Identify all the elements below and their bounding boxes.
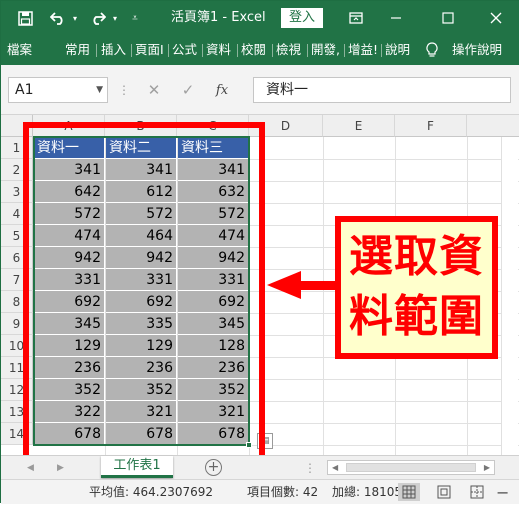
formula-buttons: ✕ ✓ fx (137, 77, 249, 103)
tab-file[interactable]: 檔案 (7, 35, 32, 65)
annotation-arrow-shaft (299, 281, 337, 290)
insert-function-icon[interactable]: fx (205, 83, 239, 98)
tab-review[interactable]: 校閱 (241, 35, 266, 65)
formula-bar-input[interactable]: 資料一 (253, 77, 511, 103)
tab-separator (272, 44, 273, 57)
column-header-g[interactable] (467, 115, 519, 137)
tab-view[interactable]: 檢視 (276, 35, 301, 65)
tab-help[interactable]: 說明 (385, 35, 410, 65)
tab-developer[interactable]: 開發, (311, 35, 340, 65)
horizontal-scrollbar[interactable]: ◀ ▶ (327, 460, 495, 475)
callout-line-2: 料範圍 (349, 291, 484, 342)
tab-separator (202, 44, 203, 57)
gridline (323, 137, 324, 455)
tab-add-ins[interactable]: 增益! (348, 35, 378, 65)
annotation-arrow-head (267, 271, 301, 299)
status-sum: 加總: 18105 (332, 485, 403, 499)
excel-window: ▾ ▾ ⩡ 活頁簿1 - Excel 登入 檔案 常用 插入 頁面I 公式 資料 (0, 0, 519, 504)
sheet-tab-active[interactable]: 工作表1 (101, 456, 173, 478)
tab-data[interactable]: 資料 (206, 35, 231, 65)
column-header-e[interactable]: E (323, 115, 395, 137)
sign-in-button[interactable]: 登入 (281, 8, 323, 28)
redo-dropdown-icon[interactable]: ▾ (109, 1, 121, 35)
close-icon[interactable] (481, 1, 511, 35)
undo-icon[interactable] (47, 1, 69, 35)
callout-line-1: 選取資 (349, 231, 484, 282)
name-box-value: A1 (15, 82, 34, 98)
tell-me-search[interactable]: 操作說明 (452, 35, 502, 65)
ribbon-display-options-icon[interactable] (343, 1, 369, 35)
add-sheet-icon[interactable]: + (205, 459, 222, 476)
annotation-callout: 選取資 料範圍 (335, 216, 498, 359)
tab-separator (96, 44, 97, 57)
save-icon[interactable] (15, 1, 35, 35)
tab-separator (168, 44, 169, 57)
normal-view-icon[interactable] (398, 483, 420, 501)
column-header-f[interactable]: F (395, 115, 467, 137)
tab-separator (307, 44, 308, 57)
sheet-next-icon[interactable]: ▶ (57, 456, 64, 480)
tab-separator (381, 44, 382, 57)
resize-handle-icon[interactable]: ⋮ (118, 77, 130, 103)
tab-separator (237, 44, 238, 57)
tab-page-layout[interactable]: 頁面I (135, 35, 164, 65)
tab-split-handle-icon[interactable]: ⋮ (304, 458, 316, 478)
page-break-view-icon[interactable] (466, 483, 488, 501)
scroll-right-icon[interactable]: ▶ (484, 461, 490, 474)
maximize-icon[interactable] (433, 1, 463, 35)
minimize-icon[interactable] (381, 1, 411, 35)
status-bar: 平均值: 464.2307692 項目個數: 42 加總: 18105 − (1, 479, 519, 504)
page-layout-view-icon[interactable] (433, 483, 455, 501)
tab-home[interactable]: 常用 (65, 35, 90, 65)
customize-toolbar-icon[interactable]: ⩡ (127, 1, 143, 35)
cancel-icon[interactable]: ✕ (137, 81, 171, 99)
scroll-left-icon[interactable]: ◀ (332, 461, 338, 474)
redo-icon[interactable] (87, 1, 109, 35)
tab-formulas[interactable]: 公式 (172, 35, 197, 65)
ribbon-tabs: 檔案 常用 插入 頁面I 公式 資料 校閱 檢視 開發, 增益! 說明 操作說明 (1, 35, 519, 65)
status-count: 項目個數: 42 (247, 485, 319, 499)
undo-dropdown-icon[interactable]: ▾ (69, 1, 81, 35)
vertical-scrollbar[interactable] (501, 137, 518, 455)
sheet-tab-bar: ◀ ▶ 工作表1 + ⋮ ◀ ▶ (1, 455, 519, 479)
horizontal-scroll-thumb[interactable] (346, 463, 476, 472)
enter-icon[interactable]: ✓ (171, 81, 205, 99)
annotation-highlight-box (23, 122, 265, 462)
chevron-down-icon[interactable]: ▼ (96, 78, 103, 102)
tab-separator (131, 44, 132, 57)
sheet-prev-icon[interactable]: ◀ (27, 456, 34, 480)
status-average: 平均值: 464.2307692 (89, 485, 214, 499)
tab-insert[interactable]: 插入 (101, 35, 126, 65)
lightbulb-icon[interactable] (423, 35, 441, 65)
name-box[interactable]: A1 ▼ (8, 77, 108, 103)
tab-separator (344, 44, 345, 57)
title-bar: ▾ ▾ ⩡ 活頁簿1 - Excel 登入 (1, 1, 519, 35)
zoom-out-icon[interactable]: − (496, 480, 509, 505)
formula-area: A1 ▼ ⋮ ✕ ✓ fx 資料一 (1, 65, 519, 115)
window-title: 活頁簿1 - Excel (171, 10, 266, 25)
